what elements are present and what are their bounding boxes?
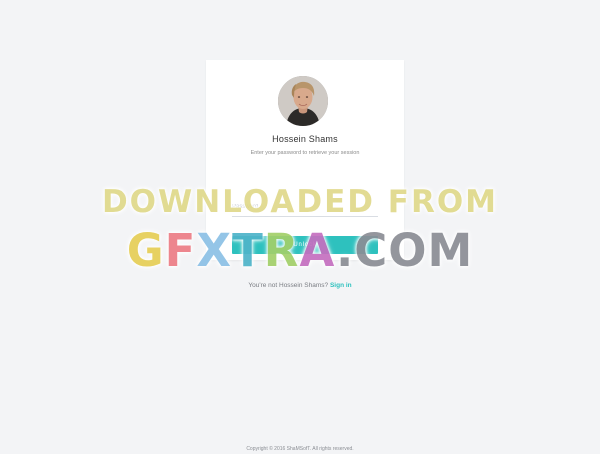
not-user-text: You're not Hossein Shams? bbox=[248, 282, 329, 289]
watermark-letter: G bbox=[126, 224, 165, 277]
lock-subtitle: Enter your password to retrieve your ses… bbox=[250, 150, 360, 156]
avatar bbox=[278, 76, 328, 126]
not-user-line: You're not Hossein Shams? Sign in bbox=[0, 282, 600, 289]
footer-copyright: Copyright © 2016 ShaMSofT. All rights re… bbox=[246, 446, 354, 452]
lock-screen: Hossein Shams Enter your password to ret… bbox=[0, 0, 600, 454]
signin-link[interactable]: Sign in bbox=[330, 282, 352, 289]
user-name: Hossein Shams bbox=[272, 134, 338, 144]
watermark-letter: F bbox=[164, 224, 197, 277]
lock-card: Hossein Shams Enter your password to ret… bbox=[206, 60, 404, 260]
user-photo-icon bbox=[278, 76, 328, 126]
password-field[interactable] bbox=[232, 198, 378, 217]
unlock-button[interactable]: Unlock bbox=[232, 236, 378, 254]
